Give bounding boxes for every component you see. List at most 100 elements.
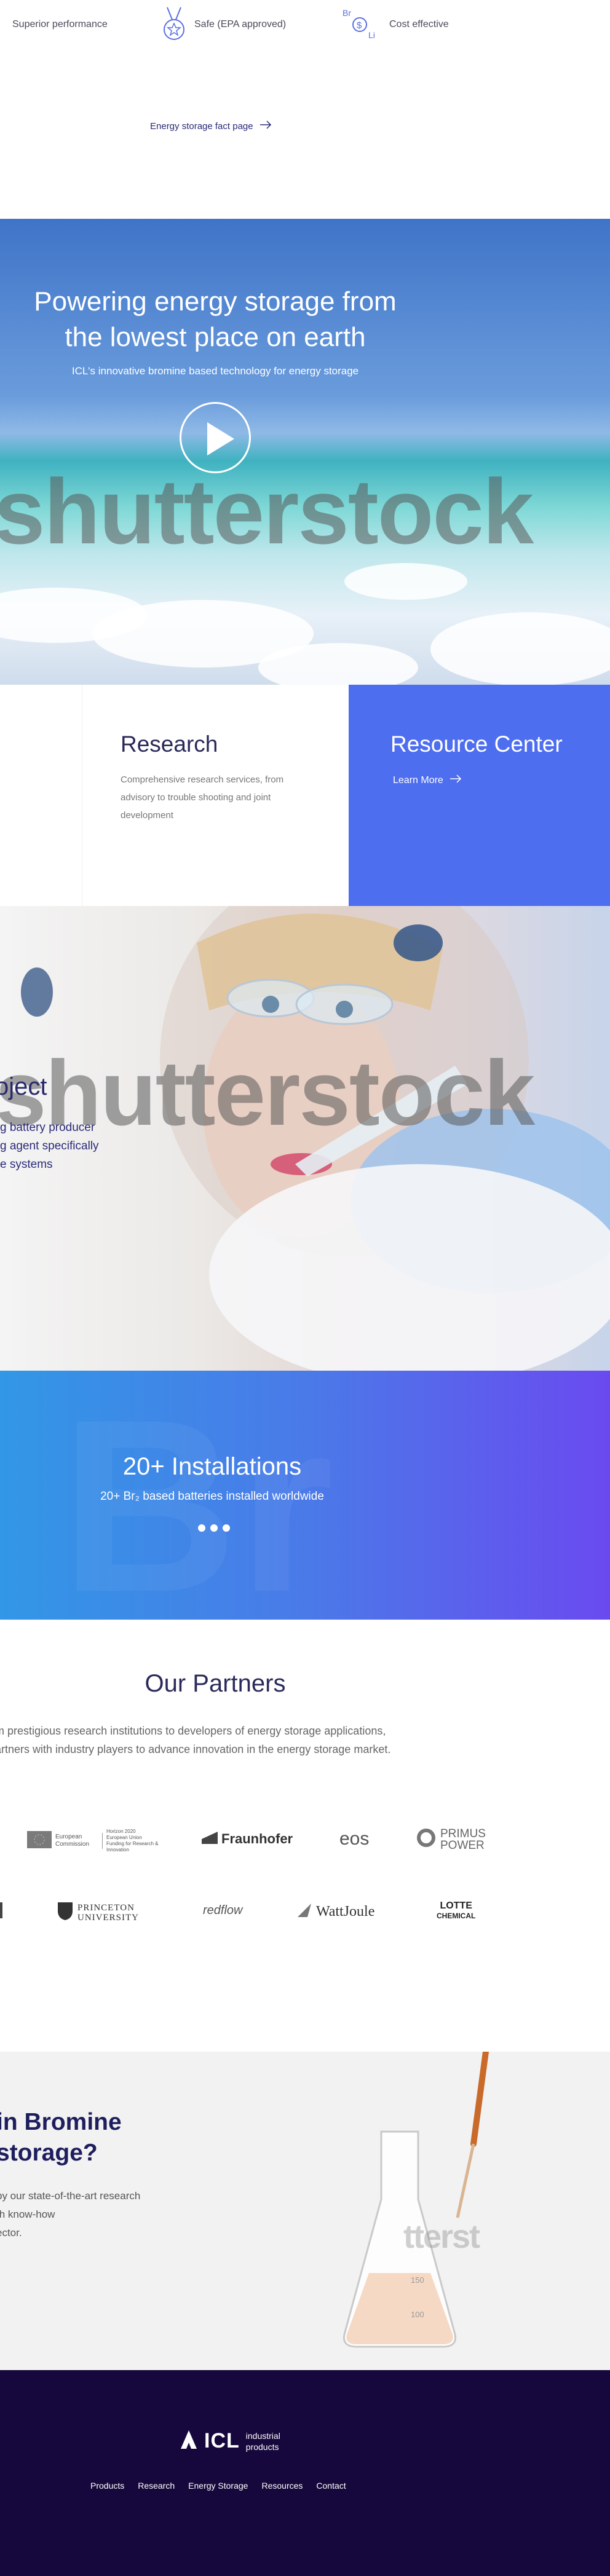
partners-line: artners with industry players to advance…: [0, 1743, 391, 1755]
hero-section: Powering energy storage from the lowest …: [0, 219, 610, 685]
resource-center-card[interactable]: Resource Center Learn More: [349, 685, 610, 906]
logo-text-block: PRINCETON UNIVERSITY: [77, 1903, 139, 1923]
eu-flag-icon: [27, 1830, 52, 1851]
carousel-dot[interactable]: [210, 1524, 218, 1532]
logo-text: eos: [339, 1829, 370, 1849]
carousel-dot[interactable]: [223, 1524, 230, 1532]
icon-text-dollar: $: [357, 20, 362, 31]
medal-icon: [159, 6, 189, 43]
logo-redflow: redflow: [203, 1904, 242, 1918]
flask-mark: 100: [411, 2310, 424, 2319]
logo-text: WattJoule: [316, 1904, 375, 1920]
footer-nav: Products Research Energy Storage Resourc…: [90, 2481, 346, 2491]
logo-text: LOTTE: [440, 1900, 472, 1911]
learn-more-link[interactable]: Learn More: [393, 774, 462, 786]
footer-link-resources[interactable]: Resources: [261, 2481, 303, 2491]
logo-text: PRINCETON: [77, 1902, 135, 1913]
carousel-dot[interactable]: [198, 1524, 205, 1532]
research-card[interactable]: Research Comprehensive research services…: [82, 685, 349, 906]
logo-text: Horizon 2020: [106, 1829, 136, 1834]
project-section: shutterstock oject g battery producer g …: [0, 906, 610, 1371]
feature-cost-effective: Br $ Li Cost effective: [341, 8, 449, 40]
carousel-dots: [198, 1524, 230, 1532]
icl-triangle-icon: [180, 2429, 198, 2453]
logo-primus-power: PRIMUS POWER: [416, 1827, 486, 1851]
logo-text: CHEMICAL: [437, 1912, 476, 1920]
brand-tagline: industrial products: [246, 2430, 280, 2452]
fraunhofer-mark-icon: [202, 1830, 218, 1847]
footer: ICL industrial products Products Researc…: [0, 2370, 610, 2576]
icl-logo[interactable]: ICL industrial products: [180, 2429, 280, 2453]
shield-icon: [57, 1901, 74, 1924]
partners-description: m prestigious research institutions to d…: [0, 1722, 462, 1759]
feature-label: Cost effective: [389, 19, 449, 30]
partners-section: Our Partners m prestigious research inst…: [0, 1620, 610, 2052]
resource-center-title: Resource Center: [390, 731, 563, 757]
research-title: Research: [121, 731, 218, 757]
feature-label: Superior performance: [12, 19, 108, 30]
flask-mark: 150: [411, 2275, 424, 2285]
logo-text: European Commission: [55, 1834, 90, 1848]
learn-more-label: Learn More: [393, 774, 443, 786]
hero-title: Powering energy storage from the lowest …: [0, 284, 443, 355]
brand-tag-line: products: [245, 2441, 279, 2452]
logo-fraunhofer: Fraunhofer: [202, 1830, 293, 1847]
salt-formation: [344, 563, 467, 600]
footer-link-products[interactable]: Products: [90, 2481, 124, 2491]
logo-european-commission: European Commission Horizon 2020 Europea…: [27, 1829, 159, 1853]
logo-eos: eos: [339, 1829, 369, 1849]
watermark: shutterstock: [0, 460, 534, 563]
wattjoule-arrow-icon: [296, 1902, 312, 1921]
installations-title: 20+ Installations: [122, 1453, 302, 1480]
feature-safe: Safe (EPA approved): [159, 7, 287, 40]
feature-superior-performance: Superior performance: [12, 11, 108, 38]
project-title: oject: [0, 1073, 47, 1100]
logo-text: PRIMUS: [440, 1827, 486, 1840]
feature-label: Safe (EPA approved): [194, 19, 287, 30]
hero-title-line2: the lowest place on earth: [65, 322, 366, 352]
salt-formation: [430, 612, 610, 685]
logo-partial: [0, 1902, 2, 1918]
factsheet-label: Energy storage fact page: [150, 120, 253, 132]
brand-name: ICL: [204, 2429, 240, 2452]
icon-text-br: Br: [343, 8, 351, 18]
footer-link-energy-storage[interactable]: Energy Storage: [188, 2481, 248, 2491]
footer-link-research[interactable]: Research: [138, 2481, 175, 2491]
icon-text-li: Li: [368, 30, 375, 40]
salt-formation: [258, 643, 418, 685]
logo-text-block: PRIMUS POWER: [440, 1828, 486, 1851]
installations-subtitle: 20+ Br₂ based batteries installed worldw…: [100, 1490, 324, 1503]
logo-fragment: [0, 1902, 2, 1918]
arrow-right-icon: [259, 120, 272, 132]
brand-tag-line: industrial: [245, 2430, 280, 2441]
bromine-dollar-icon: Br $ Li: [341, 6, 375, 43]
logo-text-block: LOTTE CHEMICAL: [437, 1901, 475, 1921]
installations-section: Br 20+ Installations 20+ Br₂ based batte…: [0, 1371, 610, 1620]
hero-subtitle: ICL's innovative bromine based technolog…: [71, 365, 359, 377]
features-strip: Superior performance Safe (EPA approved)…: [0, 0, 610, 219]
cards-row: Research Comprehensive research services…: [0, 685, 610, 906]
card-partial: [0, 685, 82, 906]
project-line: g battery producer: [0, 1121, 95, 1134]
logo-lotte: LOTTE CHEMICAL: [437, 1901, 475, 1921]
arrow-right-icon: [450, 774, 462, 786]
logo-text: Fraunhofer: [221, 1830, 293, 1846]
hero-title-line1: Powering energy storage from: [34, 286, 397, 317]
logo-subtext: European Union Funding for Research & In…: [106, 1835, 159, 1853]
logo-text: UNIVERSITY: [77, 1912, 139, 1923]
bromine-section: in Bromine storage? by our state-of-the-…: [0, 2052, 610, 2370]
footer-link-contact[interactable]: Contact: [316, 2481, 346, 2491]
logo-text: redflow: [203, 1904, 243, 1917]
factsheet-link[interactable]: Energy storage fact page: [150, 120, 272, 132]
watermark: tterst: [403, 2218, 480, 2255]
logo-divider: [102, 1833, 103, 1849]
project-line: e systems: [0, 1158, 53, 1171]
partners-line: m prestigious research institutions to d…: [0, 1725, 386, 1737]
research-description: Comprehensive research services, from ad…: [121, 774, 284, 821]
logo-princeton: PRINCETON UNIVERSITY: [57, 1901, 139, 1924]
flask-illustration: 150 100: [343, 2052, 489, 2348]
partners-title: Our Partners: [145, 1670, 286, 1697]
primus-ring-icon: [416, 1827, 437, 1851]
logo-text: POWER: [440, 1838, 485, 1852]
logo-horizon: Horizon 2020 European Union Funding for …: [106, 1829, 159, 1853]
